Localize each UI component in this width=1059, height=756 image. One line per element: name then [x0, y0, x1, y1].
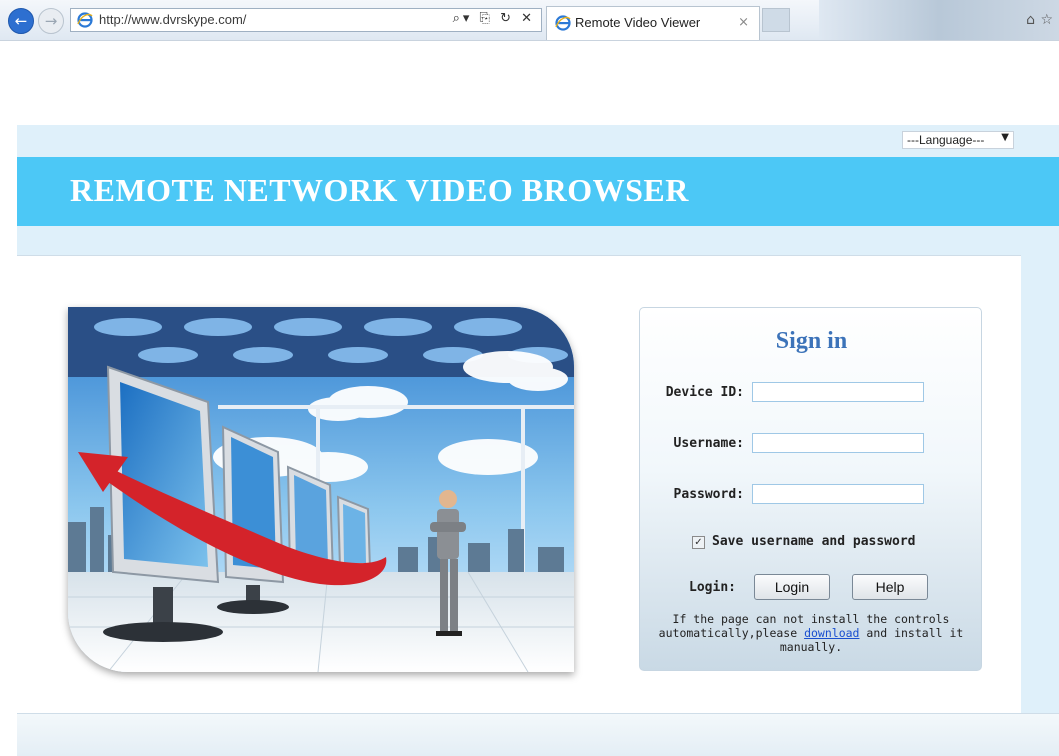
ie-logo-icon: [555, 15, 571, 31]
hero-image: [68, 307, 574, 672]
forward-icon[interactable]: →: [38, 8, 64, 34]
save-credentials-checkbox[interactable]: ✓: [692, 536, 705, 549]
toolbar-blurred-area: [819, 0, 1059, 40]
username-input[interactable]: [752, 433, 924, 453]
address-bar[interactable]: http://www.dvrskype.com/ ⌕▾ ⎘ ↻ ✕: [70, 8, 542, 32]
login-row-label: Login:: [689, 580, 736, 595]
new-tab-button[interactable]: [762, 8, 790, 32]
signin-title: Sign in: [775, 328, 848, 354]
address-controls[interactable]: ⌕▾ ⎘ ↻ ✕: [453, 11, 535, 26]
save-credentials-label: Save username and password: [712, 534, 916, 549]
hero-illustration: [68, 307, 574, 672]
address-url[interactable]: http://www.dvrskype.com/: [99, 12, 246, 27]
page-title: REMOTE NETWORK VIDEO BROWSER: [70, 172, 689, 208]
download-link[interactable]: download: [804, 626, 859, 640]
help-button[interactable]: Help: [852, 574, 928, 600]
ie-logo-icon: [77, 12, 93, 28]
password-label: Password:: [673, 487, 744, 502]
install-controls-note: If the page can not install the controls…: [643, 612, 979, 654]
tab-title: Remote Video Viewer: [575, 15, 701, 30]
username-label: Username:: [673, 436, 744, 451]
login-button[interactable]: Login: [754, 574, 830, 600]
language-selected: ---Language---: [907, 133, 985, 147]
dropdown-arrow-icon: ▼: [1001, 132, 1009, 143]
device-id-input[interactable]: [752, 382, 924, 402]
tab-remote-video-viewer[interactable]: Remote Video Viewer ×: [546, 6, 760, 40]
device-id-label: Device ID:: [665, 385, 744, 400]
footer-band: [17, 713, 1059, 756]
back-icon[interactable]: ←: [8, 8, 34, 34]
close-tab-icon[interactable]: ×: [738, 15, 749, 30]
password-input[interactable]: [752, 484, 924, 504]
home-icon[interactable]: ⌂: [1026, 12, 1035, 28]
language-select[interactable]: ---Language--- ▼: [902, 131, 1014, 149]
favorites-icon[interactable]: ☆: [1040, 12, 1053, 28]
